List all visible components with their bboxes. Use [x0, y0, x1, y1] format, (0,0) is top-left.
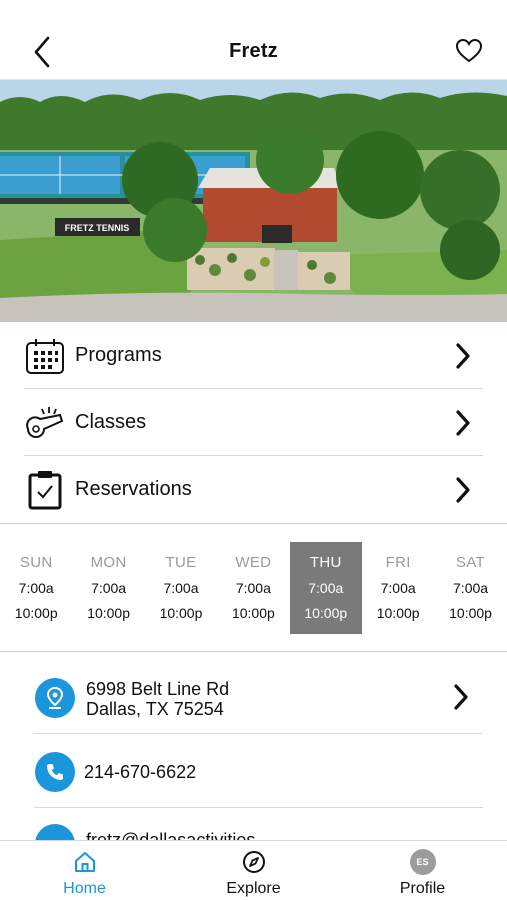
- compass-icon: [241, 849, 267, 875]
- menu-item-reservations[interactable]: Reservations: [0, 456, 507, 523]
- open-time: 7:00a: [380, 580, 416, 596]
- menu-item-label: Reservations: [75, 478, 192, 500]
- day-tue: TUE 7:00a 10:00p: [145, 542, 217, 634]
- day-fri: FRI 7:00a 10:00p: [362, 542, 434, 634]
- phone-number: 214-670-6622: [84, 762, 197, 782]
- day-wed: WED 7:00a 10:00p: [217, 542, 289, 634]
- top-nav-bar: Fretz: [0, 0, 507, 80]
- location-pin-icon: [35, 678, 75, 718]
- day-name: FRI: [385, 554, 411, 571]
- tab-profile[interactable]: ES Profile: [338, 841, 507, 900]
- chevron-right-icon: [453, 683, 473, 713]
- close-time: 10:00p: [14, 605, 58, 621]
- phone-row[interactable]: 214-670-6622: [0, 734, 507, 808]
- address-line1: 6998 Belt Line Rd: [86, 679, 230, 699]
- facility-hero-image: FRETZ TENNIS: [0, 80, 507, 322]
- favorite-button[interactable]: [455, 38, 485, 66]
- whistle-icon: [24, 402, 66, 444]
- tab-label: Home: [63, 880, 106, 897]
- day-mon: MON 7:00a 10:00p: [72, 542, 144, 634]
- open-time: 7:00a: [91, 580, 127, 596]
- open-time: 7:00a: [18, 580, 54, 596]
- chevron-right-icon: [453, 408, 473, 438]
- menu-item-label: Classes: [75, 411, 147, 433]
- heart-outline-icon: [455, 38, 483, 63]
- day-thu: THU 7:00a 10:00p: [289, 542, 362, 634]
- chevron-right-icon: [453, 341, 473, 371]
- avatar: ES: [409, 849, 436, 875]
- close-time: 10:00p: [304, 605, 348, 621]
- page-title: Fretz: [229, 40, 278, 62]
- day-name: SAT: [456, 554, 486, 571]
- day-sun: SUN 7:00a 10:00p: [0, 542, 72, 634]
- phone-icon: [35, 752, 75, 792]
- day-sat: SAT 7:00a 10:00p: [434, 542, 506, 634]
- open-time: 7:00a: [163, 580, 199, 596]
- email-text: fretz@dallasactivities...: [86, 830, 271, 840]
- address-row[interactable]: 6998 Belt Line Rd Dallas, TX 75254: [0, 652, 507, 734]
- address-line2: Dallas, TX 75254: [86, 699, 224, 719]
- address-text: 6998 Belt Line Rd Dallas, TX 75254: [86, 679, 229, 719]
- fretz-tennis-sign: FRETZ TENNIS: [65, 223, 130, 233]
- email-row[interactable]: fretz@dallasactivities...: [0, 810, 507, 840]
- divider: [34, 807, 483, 808]
- tab-explore[interactable]: Explore: [169, 841, 338, 900]
- day-name: SUN: [19, 554, 53, 571]
- tab-label: Explore: [226, 880, 281, 897]
- clipboard-check-icon: [24, 469, 66, 511]
- open-time: 7:00a: [308, 580, 344, 596]
- bottom-tab-bar: Home Explore ES Profile: [0, 840, 507, 900]
- day-name: THU: [309, 554, 342, 571]
- close-time: 10:00p: [376, 605, 420, 621]
- section-divider: [0, 523, 507, 524]
- close-time: 10:00p: [231, 605, 275, 621]
- close-time: 10:00p: [87, 605, 130, 621]
- day-name: WED: [235, 554, 272, 571]
- tab-home[interactable]: Home: [0, 841, 169, 900]
- email-icon: [35, 824, 75, 840]
- day-name: MON: [90, 554, 127, 571]
- open-time: 7:00a: [235, 580, 271, 596]
- hours-week-strip: SUN 7:00a 10:00p MON 7:00a 10:00p TUE 7:…: [0, 542, 507, 634]
- day-name: TUE: [165, 554, 197, 571]
- close-time: 10:00p: [449, 605, 492, 621]
- close-time: 10:00p: [159, 605, 203, 621]
- avatar-wrapper: ES: [409, 849, 436, 875]
- menu-item-label: Programs: [75, 344, 162, 366]
- menu-item-programs[interactable]: Programs: [0, 322, 507, 389]
- chevron-right-icon: [453, 475, 473, 505]
- facility-menu: Programs Classes Reservations: [0, 322, 507, 523]
- tab-label: Profile: [399, 880, 446, 897]
- calendar-grid-icon: [24, 335, 66, 377]
- menu-item-classes[interactable]: Classes: [0, 389, 507, 456]
- open-time: 7:00a: [453, 580, 489, 596]
- home-icon: [72, 849, 98, 875]
